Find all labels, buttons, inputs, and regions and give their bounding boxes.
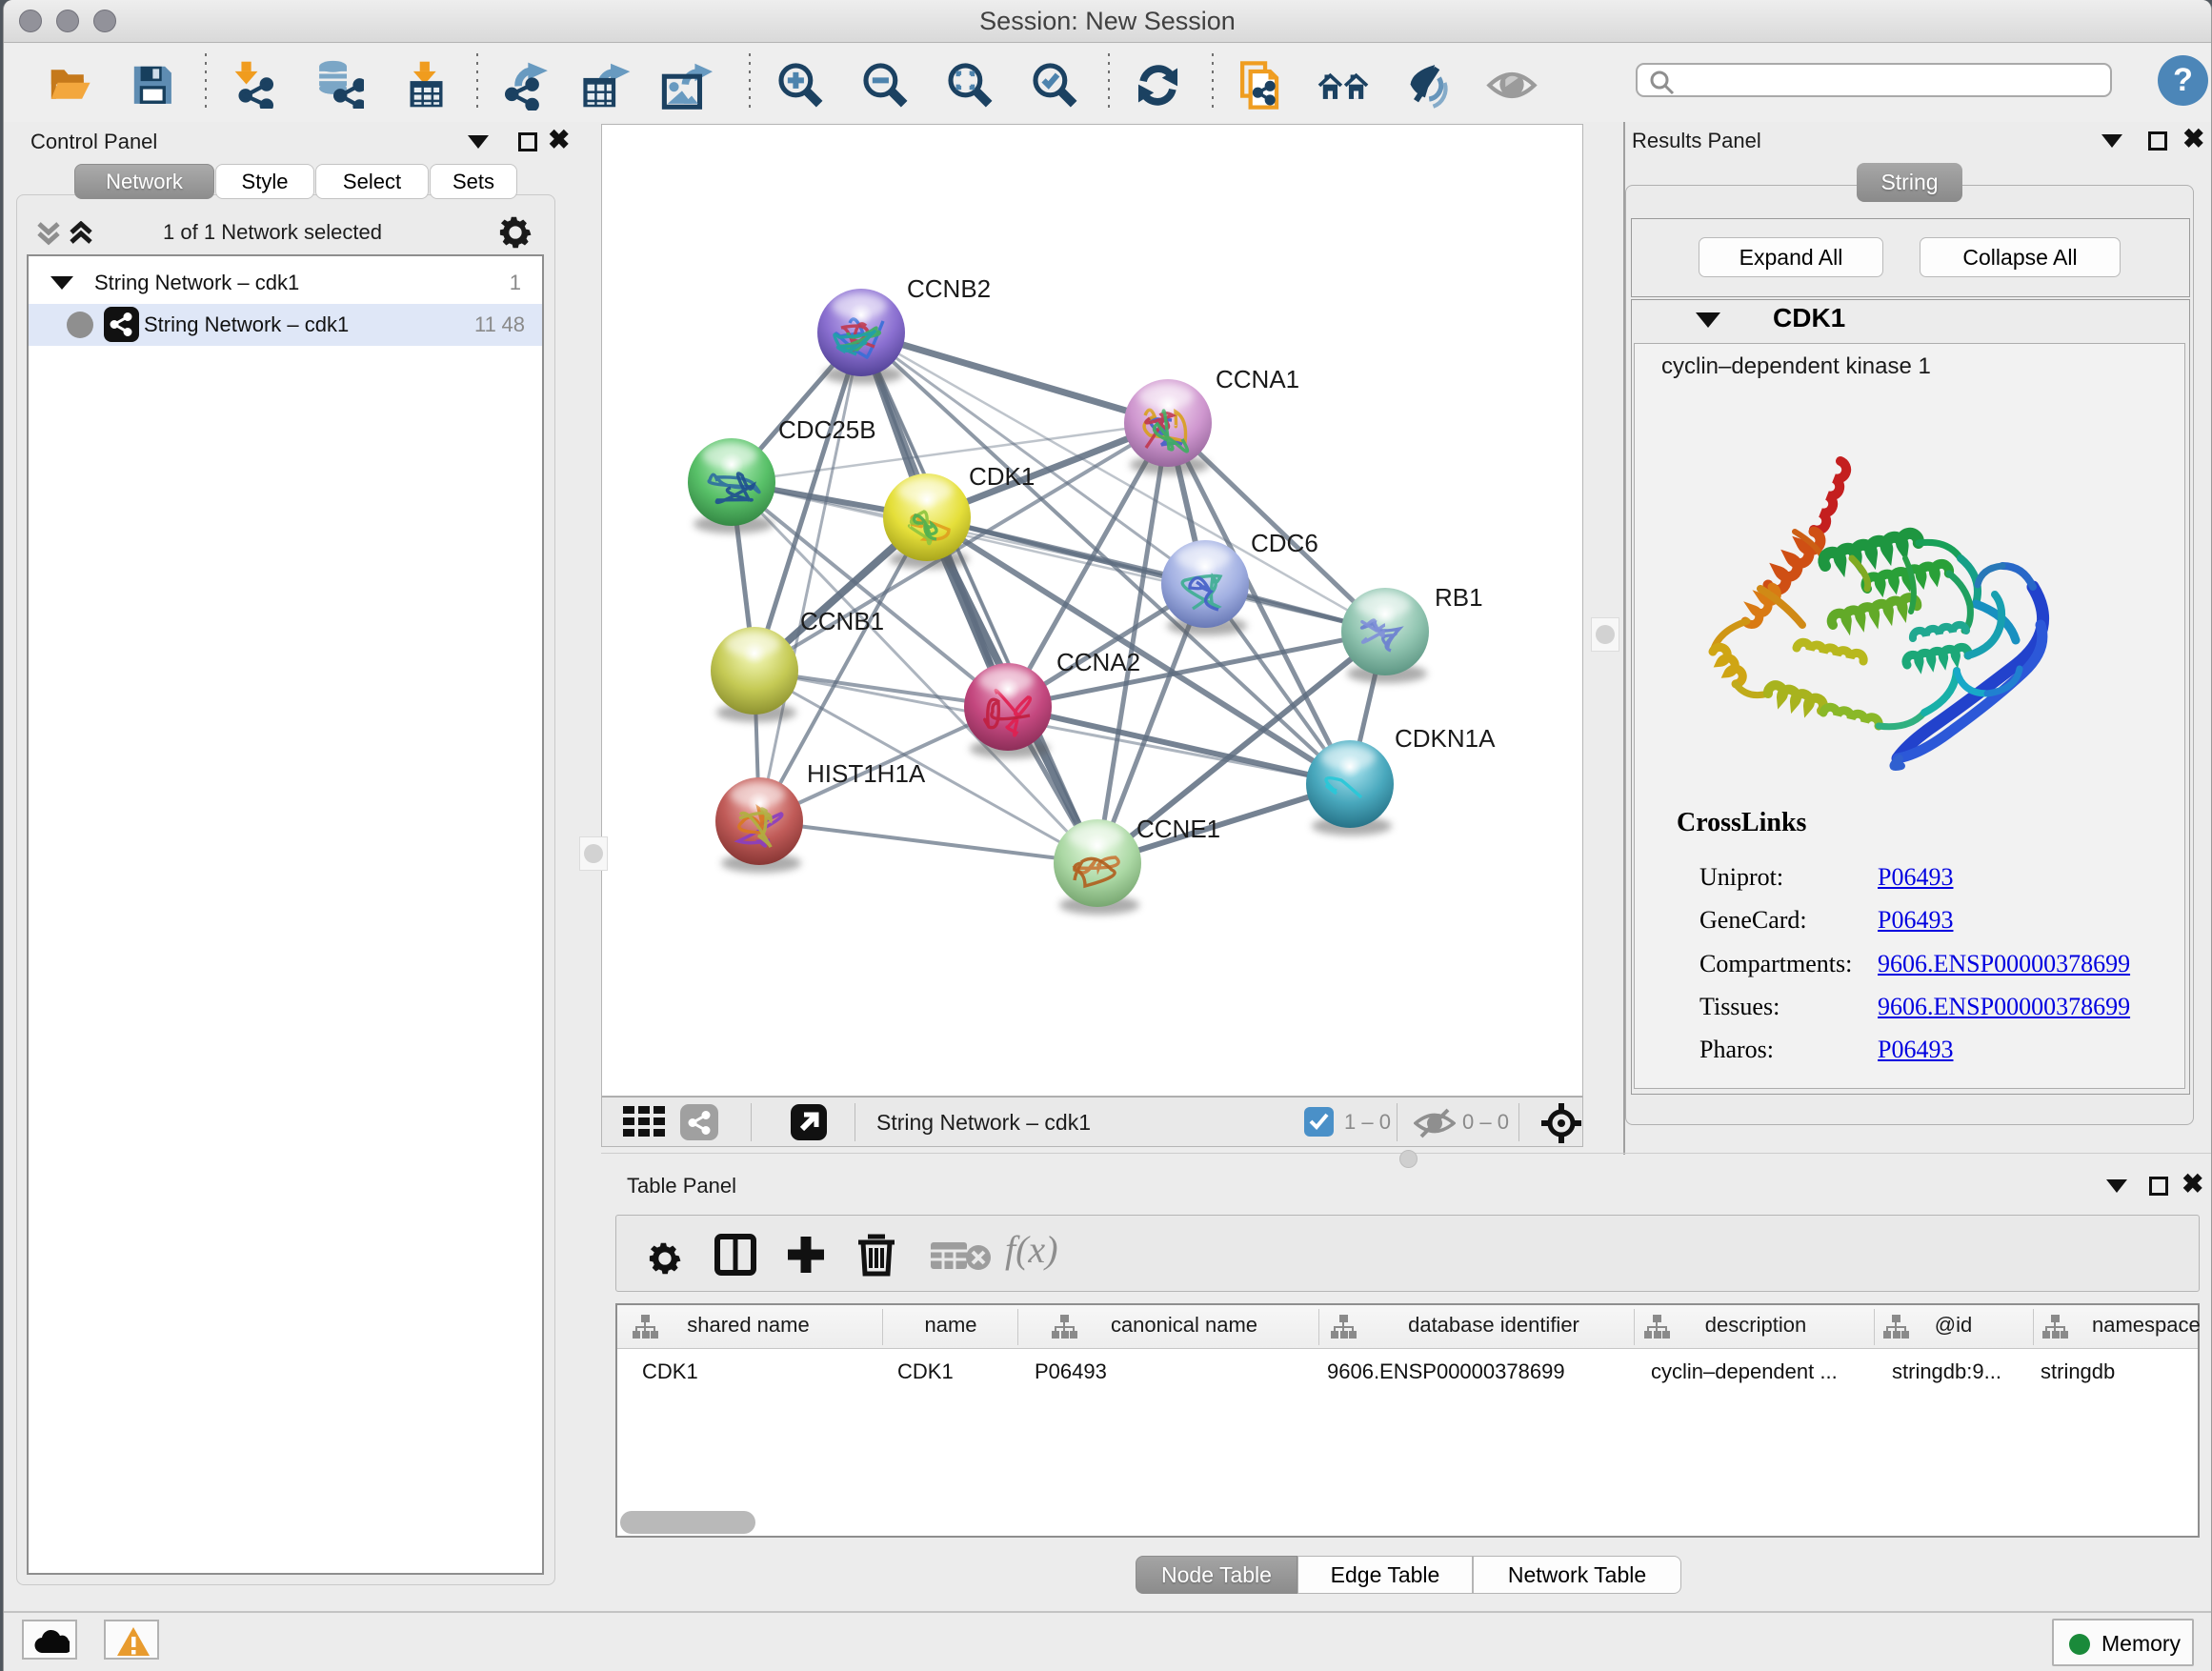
svg-text:CDK1: CDK1 <box>969 462 1035 491</box>
svg-text:HIST1H1A: HIST1H1A <box>807 759 926 788</box>
svg-text:CDC25B: CDC25B <box>778 415 876 444</box>
svg-text:CCNA1: CCNA1 <box>1216 365 1299 393</box>
svg-text:CDKN1A: CDKN1A <box>1395 724 1496 753</box>
svg-text:CDC6: CDC6 <box>1251 529 1318 557</box>
svg-text:CCNE1: CCNE1 <box>1136 815 1220 843</box>
svg-text:CCNB2: CCNB2 <box>907 274 991 303</box>
svg-text:CCNA2: CCNA2 <box>1056 648 1140 676</box>
svg-text:CCNB1: CCNB1 <box>800 607 884 635</box>
svg-text:RB1: RB1 <box>1435 583 1483 612</box>
